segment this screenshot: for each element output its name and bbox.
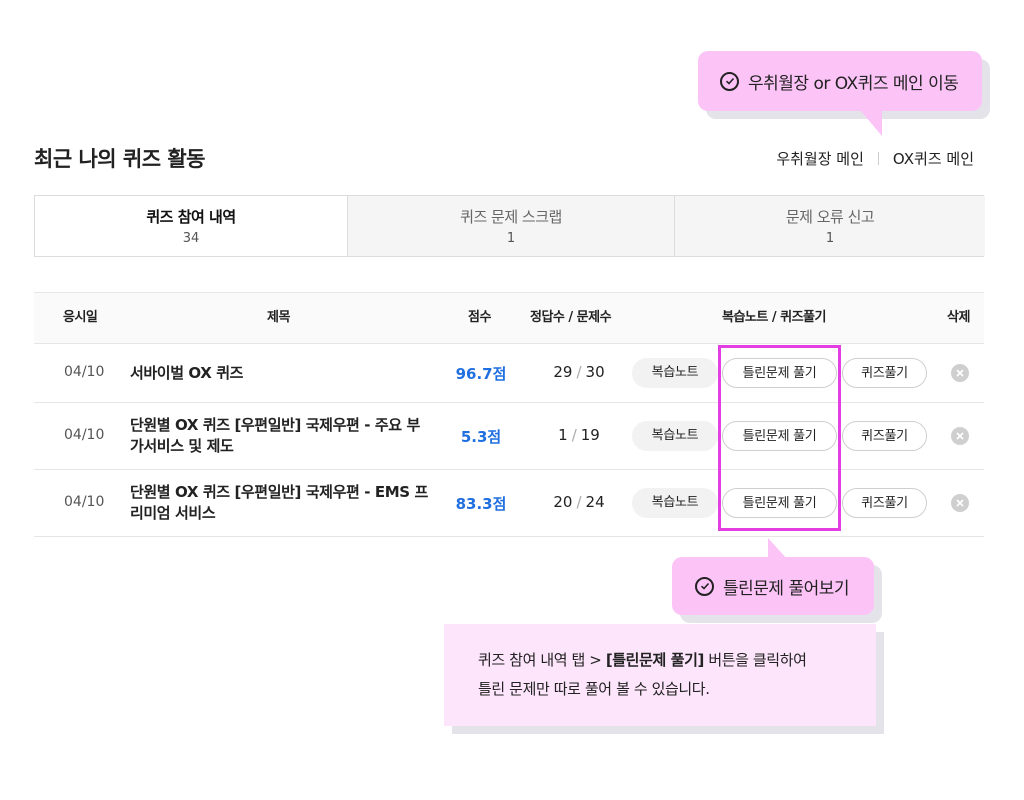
total-count: 19 <box>580 426 600 444</box>
row-title[interactable]: 단원별 OX 퀴즈 [우편일반] 국제우편 - 주요 부가서비스 및 제도 <box>130 415 430 457</box>
note-text: 버튼을 클릭하여 <box>703 651 807 669</box>
review-note-button[interactable]: 복습노트 <box>632 488 718 518</box>
row-score: 83.3점 <box>455 495 507 513</box>
link-main[interactable]: 우취월장 메인 <box>776 148 864 169</box>
explanation-note: 퀴즈 참여 내역 탭 > [틀린문제 풀기] 버튼을 클릭하여 틀린 문제만 따… <box>444 624 876 726</box>
total-count: 30 <box>585 363 605 381</box>
highlight-box <box>718 345 841 531</box>
tooltip-main-link: 우취월장 or OX퀴즈 메인 이동 <box>698 51 982 111</box>
row-score: 96.7점 <box>455 365 507 383</box>
count-separator: / <box>571 426 577 444</box>
tab-count: 34 <box>182 231 200 246</box>
table-row: 04/10 단원별 OX 퀴즈 [우편일반] 국제우편 - EMS 프리미엄 서… <box>34 470 984 537</box>
correct-count: 29 <box>553 363 573 381</box>
header-date: 응시일 <box>63 310 98 325</box>
header-title: 제목 <box>267 310 290 325</box>
tab-label: 퀴즈 참여 내역 <box>146 208 236 226</box>
solve-quiz-button[interactable]: 퀴즈풀기 <box>842 358 927 388</box>
check-circle-icon <box>720 71 739 91</box>
note-emphasis: [틀린문제 풀기] <box>605 651 705 669</box>
tooltip-wrong-answers: 틀린문제 풀어보기 <box>672 557 874 615</box>
header-score: 점수 <box>468 310 491 325</box>
note-text: 퀴즈 참여 내역 탭 > <box>478 651 606 669</box>
link-ox-main[interactable]: OX퀴즈 메인 <box>893 148 974 169</box>
tooltip-wrong-answers-text: 틀린문제 풀어보기 <box>723 578 850 599</box>
tooltip-tail <box>860 110 882 136</box>
table-row: 04/10 서바이벌 OX 퀴즈 96.7점 29/30 복습노트 틀린문제 풀… <box>34 344 984 403</box>
correct-count: 20 <box>553 493 573 511</box>
note-line-2: 틀린 문제만 따로 풀어 볼 수 있습니다. <box>478 680 710 698</box>
delete-icon[interactable] <box>951 364 969 382</box>
header-review: 복습노트 / 퀴즈풀기 <box>722 310 826 325</box>
solve-quiz-button[interactable]: 퀴즈풀기 <box>842 488 927 518</box>
row-date: 04/10 <box>64 364 105 380</box>
tooltip-main-link-text: 우취월장 or OX퀴즈 메인 이동 <box>748 73 959 94</box>
check-circle-icon <box>695 576 714 596</box>
delete-icon[interactable] <box>951 427 969 445</box>
row-count: 20/24 <box>539 493 619 511</box>
tab-quiz-history[interactable]: 퀴즈 참여 내역 34 <box>35 196 347 256</box>
tab-quiz-scrap[interactable]: 퀴즈 문제 스크랩 1 <box>347 196 674 256</box>
table-header: 응시일 제목 점수 정답수 / 문제수 복습노트 / 퀴즈풀기 삭제 <box>34 292 984 344</box>
row-date: 04/10 <box>64 427 105 443</box>
row-score: 5.3점 <box>460 428 502 446</box>
tab-label: 퀴즈 문제 스크랩 <box>460 208 562 226</box>
count-separator: / <box>576 493 582 511</box>
note-line-1: 퀴즈 참여 내역 탭 > [틀린문제 풀기] 버튼을 클릭하여 <box>478 646 876 675</box>
review-note-button[interactable]: 복습노트 <box>632 421 718 451</box>
review-note-button[interactable]: 복습노트 <box>632 358 718 388</box>
header-delete: 삭제 <box>947 310 970 325</box>
solve-quiz-button[interactable]: 퀴즈풀기 <box>842 421 927 451</box>
table-row: 04/10 단원별 OX 퀴즈 [우편일반] 국제우편 - 주요 부가서비스 및… <box>34 403 984 470</box>
tab-bar: 퀴즈 참여 내역 34 퀴즈 문제 스크랩 1 문제 오류 신고 1 <box>34 195 985 257</box>
link-divider <box>877 152 879 165</box>
tab-label: 문제 오류 신고 <box>785 208 875 226</box>
row-count: 1/19 <box>539 426 619 444</box>
total-count: 24 <box>585 493 605 511</box>
page-title: 최근 나의 퀴즈 활동 <box>34 147 206 171</box>
row-title[interactable]: 단원별 OX 퀴즈 [우편일반] 국제우편 - EMS 프리미엄 서비스 <box>130 482 430 524</box>
count-separator: / <box>576 363 582 381</box>
row-count: 29/30 <box>539 363 619 381</box>
correct-count: 1 <box>558 426 568 444</box>
tab-count: 1 <box>506 231 516 246</box>
row-date: 04/10 <box>64 494 105 510</box>
row-title[interactable]: 서바이벌 OX 퀴즈 <box>130 363 430 384</box>
tab-error-report[interactable]: 문제 오류 신고 1 <box>674 196 985 256</box>
top-links: 우취월장 메인 OX퀴즈 메인 <box>776 148 974 169</box>
tab-count: 1 <box>825 231 835 246</box>
delete-icon[interactable] <box>951 494 969 512</box>
header-count: 정답수 / 문제수 <box>530 310 612 325</box>
